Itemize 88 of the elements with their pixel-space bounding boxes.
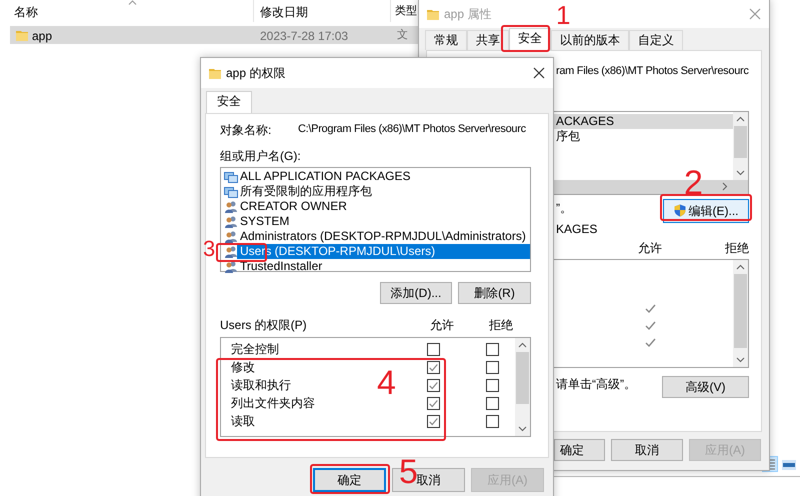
object-path: C:\Program Files (x86)\MT Photos Server\resourc — [298, 122, 526, 137]
user-group-icon — [224, 246, 238, 258]
edit-button[interactable]: 编辑(E)... — [663, 198, 749, 222]
list-item[interactable]: 序包 — [552, 128, 733, 144]
column-header: 允许 — [430, 317, 454, 334]
checkbox[interactable] — [486, 360, 499, 374]
section-label: KAGES — [556, 220, 598, 238]
scrollbar-thumb[interactable] — [734, 274, 747, 348]
close-icon[interactable] — [533, 67, 545, 79]
tab[interactable]: 共享 — [467, 30, 509, 50]
list-item[interactable]: ALL APPLICATION PACKAGES — [240, 169, 411, 184]
list-item[interactable]: CREATOR OWNER — [240, 199, 347, 214]
file-row[interactable] — [10, 26, 420, 44]
file-date: 2023-7-28 17:03 — [260, 28, 348, 45]
advanced-button[interactable]: 高级(V) — [662, 376, 749, 398]
permission-label: 修改 — [231, 360, 255, 374]
field-label: 组或用户名(G): — [220, 148, 302, 165]
scroll-up-icon[interactable] — [736, 116, 745, 122]
list-item[interactable]: 所有受限制的应用程序包 — [240, 184, 372, 199]
field-label: Users 的权限(P) — [220, 317, 308, 334]
list-item[interactable]: Administrators (DESKTOP-RPMJDUL\Administrators) — [240, 229, 526, 244]
scroll-down-icon[interactable] — [736, 356, 745, 362]
highlight-frame — [501, 25, 550, 52]
scroll-down-icon[interactable] — [518, 426, 527, 432]
checkbox[interactable] — [427, 342, 440, 356]
field-label: 对象名称: — [220, 122, 272, 139]
checkbox[interactable] — [427, 360, 440, 374]
remove-button[interactable]: 删除(R) — [458, 282, 531, 304]
dialog-button[interactable]: 取消 — [611, 439, 683, 461]
folder-icon — [16, 29, 28, 41]
checkbox[interactable] — [486, 378, 499, 392]
column-header[interactable]: 修改日期 — [260, 3, 308, 21]
user-group-icon — [224, 260, 238, 272]
object-path: ram Files (x86)\MT Photos Server\resourc — [556, 64, 750, 79]
checkbox[interactable] — [486, 342, 499, 356]
scrollbar-thumb[interactable] — [734, 126, 747, 158]
column-header: 拒绝 — [725, 240, 749, 256]
step-number: 4 — [377, 366, 396, 400]
add-button[interactable]: 添加(D)... — [380, 282, 452, 304]
folder-icon — [209, 67, 221, 79]
window-title: app 属性 — [444, 6, 492, 23]
column-header[interactable]: 类型 — [395, 3, 417, 20]
tab[interactable]: 安全 — [509, 28, 551, 50]
scroll-up-icon[interactable] — [736, 264, 745, 270]
permission-label: 读取 — [231, 414, 255, 428]
window-title: app 的权限 — [226, 65, 286, 82]
checkbox[interactable] — [427, 396, 440, 410]
tab[interactable]: 常规 — [425, 30, 467, 50]
column-header[interactable]: 名称 — [14, 3, 38, 21]
checkbox[interactable] — [427, 414, 440, 428]
permission-label: 读取和执行 — [231, 378, 291, 392]
tab[interactable]: 以前的版本 — [551, 30, 629, 50]
checkbox[interactable] — [427, 378, 440, 392]
list-item[interactable]: TrustedInstaller — [240, 259, 322, 274]
hint-text: 请单击“高级”。 — [556, 376, 636, 392]
scroll-right-icon[interactable] — [722, 182, 728, 191]
user-group-icon — [224, 200, 238, 212]
package-icon — [224, 186, 238, 198]
shield-icon — [674, 204, 686, 217]
user-group-icon — [224, 230, 238, 242]
step-number: 1 — [556, 2, 570, 28]
scrollbar[interactable] — [733, 260, 748, 366]
file-type: 文 — [397, 28, 408, 43]
checkbox[interactable] — [486, 396, 499, 410]
list-item[interactable]: SYSTEM — [240, 214, 290, 229]
package-icon — [224, 170, 238, 182]
large-icons-view-icon — [782, 460, 796, 470]
hint-text: ”。 — [556, 200, 572, 216]
step-number: 3 — [203, 238, 216, 260]
permission-label: 列出文件夹内容 — [231, 396, 315, 410]
checkbox[interactable] — [486, 414, 499, 428]
folder-icon — [427, 8, 439, 20]
column-header: 拒绝 — [489, 317, 513, 334]
dialog-button[interactable]: 确定 — [313, 468, 386, 492]
column-header: 允许 — [638, 240, 662, 256]
scroll-down-icon[interactable] — [736, 170, 745, 176]
file-name: app — [32, 28, 52, 45]
dialog-button[interactable]: 确定 — [554, 439, 605, 461]
tab[interactable]: 自定义 — [629, 30, 683, 50]
scroll-up-icon[interactable] — [518, 342, 527, 348]
permission-label: 完全控制 — [231, 342, 279, 356]
scrollbar[interactable] — [733, 112, 748, 180]
tab[interactable]: 安全 — [206, 91, 252, 113]
scrollbar-thumb[interactable] — [516, 352, 529, 404]
user-group-icon — [224, 216, 238, 228]
list-item[interactable]: ACKAGES — [552, 114, 733, 128]
step-number: 2 — [684, 166, 703, 200]
scrollbar[interactable] — [515, 338, 530, 436]
